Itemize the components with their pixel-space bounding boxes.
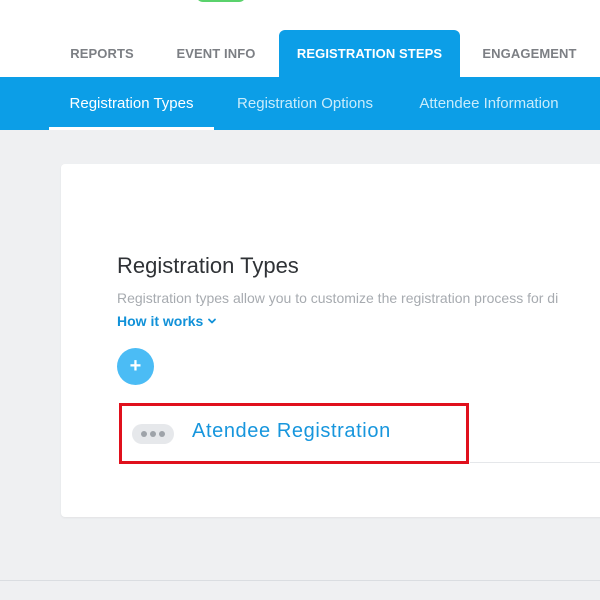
subtab-registration-options[interactable]: Registration Options xyxy=(222,77,388,130)
chevron-down-icon xyxy=(208,318,217,324)
active-subtab-underline xyxy=(49,127,214,130)
sub-navigation: Registration Types Registration Options … xyxy=(0,77,600,130)
registration-type-name[interactable]: Atendee Registration xyxy=(192,420,391,443)
tab-reports[interactable]: REPORTS xyxy=(52,30,152,77)
subtab-attendee-information[interactable]: Attendee Information xyxy=(400,77,578,130)
plus-icon: + xyxy=(129,355,142,377)
section-title: Registration Types xyxy=(117,253,299,278)
tab-registration-steps[interactable]: REGISTRATION STEPS xyxy=(279,30,460,77)
row-divider xyxy=(470,462,600,463)
section-description: Registration types allow you to customiz… xyxy=(117,290,559,306)
how-it-works-label: How it works xyxy=(117,313,204,329)
status-indicator xyxy=(196,0,246,2)
registration-type-row[interactable]: Atendee Registration xyxy=(119,403,469,464)
registration-types-card xyxy=(61,164,600,517)
add-registration-type-button[interactable]: + xyxy=(117,348,154,385)
top-navigation: REPORTS EVENT INFO REGISTRATION STEPS EN… xyxy=(0,0,600,77)
footer-divider xyxy=(0,580,600,581)
how-it-works-link[interactable]: How it works xyxy=(117,313,217,329)
tab-engagement[interactable]: ENGAGEMENT xyxy=(472,30,587,77)
more-dots-icon[interactable] xyxy=(132,424,174,444)
tab-event-info[interactable]: EVENT INFO xyxy=(166,30,266,77)
subtab-registration-types[interactable]: Registration Types xyxy=(49,77,214,130)
